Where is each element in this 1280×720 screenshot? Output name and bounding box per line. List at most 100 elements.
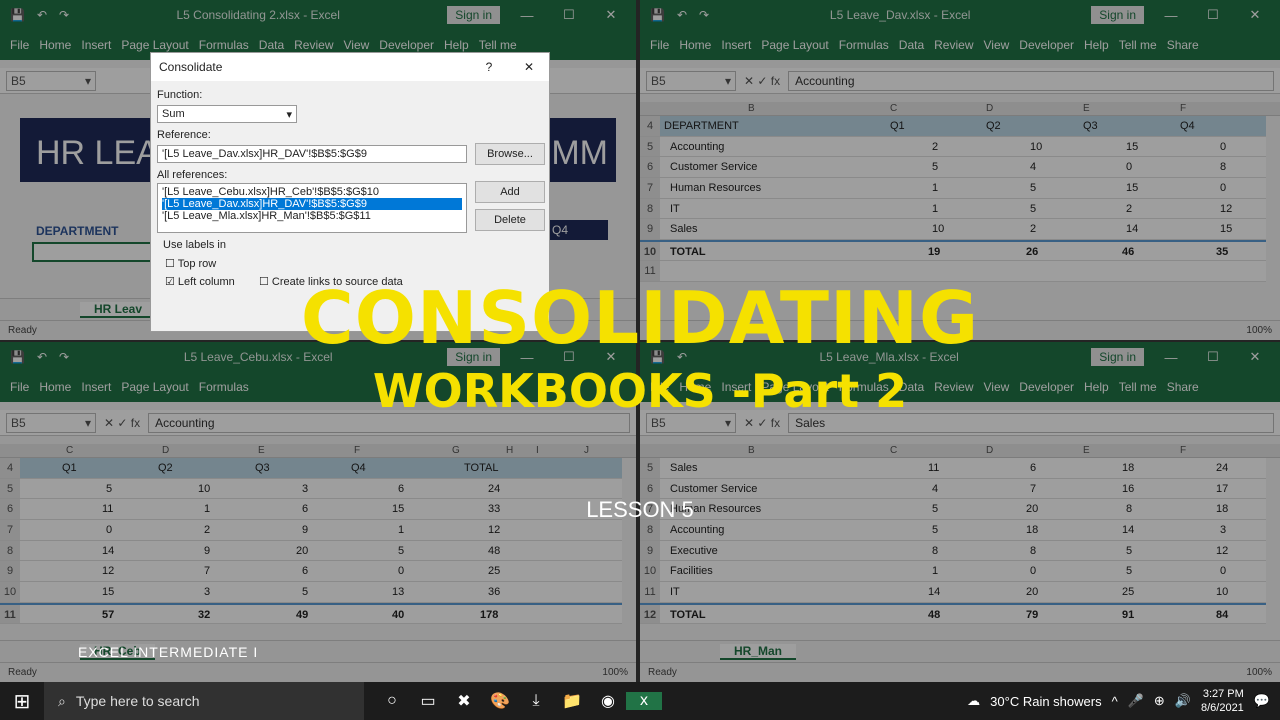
tab-view[interactable]: View [984, 38, 1010, 52]
col-d: D [162, 445, 170, 456]
weather-icon[interactable]: ☁ [967, 693, 980, 709]
list-item[interactable]: '[L5 Leave_Mla.xlsx]HR_Man'!$B$5:$G$11 [162, 210, 462, 222]
table-row[interactable]: 9 Executive 8 8 5 12 [640, 540, 1266, 562]
function-select[interactable]: Sum ▾ [157, 105, 297, 123]
task-view-icon[interactable]: ▭ [410, 691, 446, 711]
tab-developer[interactable]: Developer [1019, 38, 1074, 52]
table-row[interactable]: 11 IT 14 20 25 10 [640, 582, 1266, 603]
redo-icon[interactable]: ↷ [699, 8, 709, 22]
cell: 0 [398, 565, 405, 578]
help-icon[interactable]: ? [469, 60, 509, 74]
name-box[interactable]: B5 ▾ [6, 70, 96, 91]
total-row[interactable]: 11 57 32 49 40 178 [0, 602, 622, 624]
chevron-up-icon[interactable]: ^ [1112, 694, 1118, 709]
table-row[interactable]: 6 Customer Service 5 4 0 8 [640, 157, 1266, 179]
list-item[interactable]: '[L5 Leave_Cebu.xlsx]HR_Ceb'!$B$5:$G$10 [162, 186, 462, 198]
total-row[interactable]: 12 TOTAL 48 79 91 84 [640, 602, 1266, 624]
file-explorer-icon[interactable]: 📁 [554, 691, 590, 711]
minimize-icon[interactable]: — [512, 8, 542, 23]
close-icon[interactable]: ✕ [1240, 7, 1270, 23]
tab-file[interactable]: File [650, 38, 669, 52]
xampp-icon[interactable]: ✖ [446, 691, 482, 711]
redo-icon[interactable]: ↷ [59, 8, 69, 22]
tab-tell-me[interactable]: Tell me [1119, 38, 1157, 52]
name-box[interactable]: B5 ▾ [646, 70, 736, 91]
tab-help[interactable]: Help [444, 38, 469, 52]
taskbar-search[interactable]: ⌕ Type here to search [44, 682, 364, 720]
download-icon[interactable]: ⤓ [518, 692, 554, 710]
save-icon[interactable]: 💾 [10, 8, 25, 22]
fx-icon[interactable]: ✕ ✓ fx [744, 74, 780, 88]
excel-icon[interactable]: x [626, 692, 662, 710]
close-icon[interactable]: ✕ [596, 7, 626, 23]
tab-review[interactable]: Review [294, 38, 333, 52]
tab-developer[interactable]: Developer [379, 38, 434, 52]
top-row-checkbox[interactable]: ☐ Top row [165, 257, 216, 270]
zoom-level[interactable]: 100% [602, 667, 628, 678]
clock[interactable]: 3:27 PM 8/6/2021 [1201, 687, 1244, 715]
close-icon[interactable]: ✕ [509, 60, 549, 74]
reference-input[interactable]: '[L5 Leave_Dav.xlsx]HR_DAV'!$B$5:$G$9 [157, 145, 467, 163]
save-icon[interactable]: 💾 [650, 8, 665, 22]
table-row[interactable]: 7 0 2 9 1 12 [0, 520, 622, 541]
volume-icon[interactable]: 🔊 [1175, 693, 1191, 709]
table-row[interactable]: 10 15 3 5 13 36 [0, 582, 622, 603]
paint-icon[interactable]: 🎨 [482, 691, 518, 711]
table-row[interactable]: 8 IT 1 5 2 12 [640, 198, 1266, 220]
col-e: E [1083, 103, 1090, 114]
windows-start-icon[interactable]: ⊞ [0, 689, 44, 714]
delete-button[interactable]: Delete [475, 209, 545, 231]
tab-data[interactable]: Data [899, 38, 924, 52]
function-label: Function: [157, 89, 203, 101]
sign-in-button[interactable]: Sign in [447, 6, 500, 24]
zoom-level[interactable]: 100% [1246, 667, 1272, 678]
tab-home[interactable]: Home [679, 38, 711, 52]
undo-icon[interactable]: ↶ [37, 8, 47, 22]
sheet-tab-hr-man[interactable]: HR_Man [720, 643, 797, 660]
add-button[interactable]: Add [475, 181, 545, 203]
list-item-selected[interactable]: '[L5 Leave_Dav.xlsx]HR_DAV'!$B$5:$G$9 [162, 198, 462, 210]
weather-text[interactable]: 30°C Rain showers [990, 694, 1101, 709]
chrome-icon[interactable]: ◉ [590, 691, 626, 711]
browse-button[interactable]: Browse... [475, 143, 545, 165]
tab-home[interactable]: Home [39, 38, 71, 52]
table-row[interactable]: 8 Accounting 5 18 14 3 [640, 520, 1266, 541]
table-row[interactable]: 5 Sales 11 6 18 24 [640, 458, 1266, 479]
all-references-list[interactable]: '[L5 Leave_Cebu.xlsx]HR_Ceb'!$B$5:$G$10 … [157, 183, 467, 233]
tab-formulas[interactable]: Formulas [199, 38, 249, 52]
maximize-icon[interactable]: ☐ [1198, 7, 1228, 23]
tab-data[interactable]: Data [259, 38, 284, 52]
tab-insert[interactable]: Insert [721, 38, 751, 52]
table-row[interactable]: 10 Facilities 1 0 5 0 [640, 561, 1266, 583]
minimize-icon[interactable]: — [1156, 8, 1186, 23]
tab-formulas[interactable]: Formulas [839, 38, 889, 52]
table-row[interactable]: 5 Accounting 2 10 15 0 [640, 136, 1266, 158]
cortana-icon[interactable]: ○ [374, 692, 410, 710]
network-icon[interactable]: ⊕ [1154, 693, 1165, 709]
title-bar: 💾 ↶ ↷ L5 Consolidating 2.xlsx - Excel Si… [0, 0, 636, 30]
table-row[interactable]: 7 Human Resources 1 5 15 0 [640, 178, 1266, 199]
tab-share[interactable]: Share [1167, 38, 1199, 52]
notifications-icon[interactable]: 💬 [1254, 693, 1270, 709]
microphone-icon[interactable]: 🎤 [1128, 693, 1144, 709]
table-row[interactable]: 9 Sales 10 2 14 15 [640, 219, 1266, 241]
selected-cell[interactable] [32, 242, 152, 262]
maximize-icon[interactable]: ☐ [554, 7, 584, 23]
row-number: 9 [640, 540, 660, 561]
tab-view[interactable]: View [344, 38, 370, 52]
col-c: C [66, 445, 74, 456]
table-row[interactable]: 8 14 9 20 5 48 [0, 540, 622, 562]
tab-page-layout[interactable]: Page Layout [761, 38, 828, 52]
sign-in-button[interactable]: Sign in [1091, 6, 1144, 24]
tab-tell-me[interactable]: Tell me [479, 38, 517, 52]
tab-help[interactable]: Help [1084, 38, 1109, 52]
undo-icon[interactable]: ↶ [677, 8, 687, 22]
tab-file[interactable]: File [10, 38, 29, 52]
formula-input[interactable]: Accounting [788, 70, 1274, 91]
tab-insert[interactable]: Insert [81, 38, 111, 52]
tab-page-layout[interactable]: Page Layout [121, 38, 188, 52]
table-row[interactable]: 9 12 7 6 0 25 [0, 561, 622, 583]
column-headers: B C D E F [640, 102, 1280, 116]
total-row[interactable]: 10 TOTAL 19 26 46 35 [640, 240, 1266, 261]
tab-review[interactable]: Review [934, 38, 973, 52]
